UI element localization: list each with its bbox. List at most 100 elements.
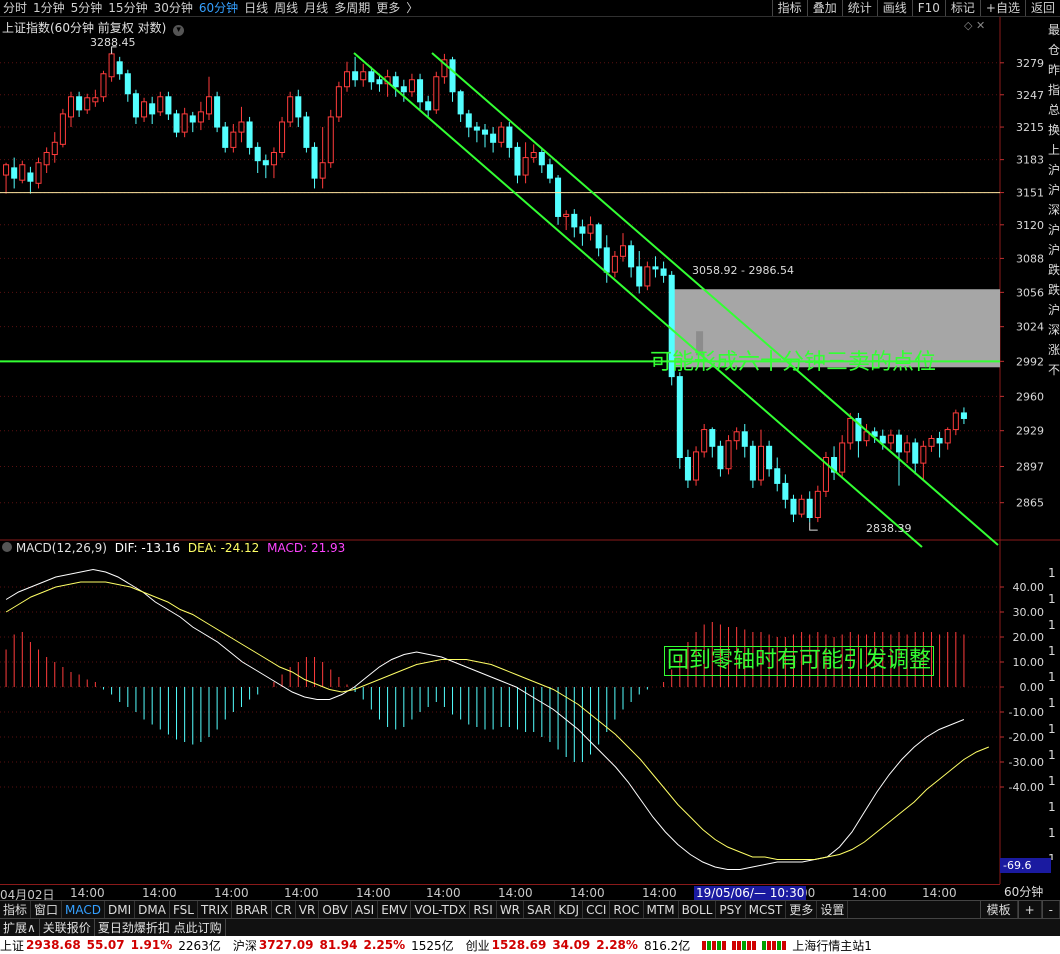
indicator-tab[interactable]: OBV: [319, 901, 352, 919]
chevron-down-icon[interactable]: [2, 542, 12, 552]
toolbar-button[interactable]: +自选: [979, 0, 1025, 16]
index-price: 2938.68: [26, 938, 81, 952]
candle-body: [587, 224, 594, 234]
period-tab[interactable]: 5分钟: [68, 0, 106, 16]
candle-body: [749, 445, 756, 481]
indicator-tab[interactable]: RSI: [470, 901, 497, 919]
macd-tick-label: -10.00: [1009, 706, 1044, 719]
period-tab[interactable]: 多周期: [331, 0, 373, 16]
toolbar-button[interactable]: 返回: [1024, 0, 1060, 16]
breadth-block: [702, 940, 707, 950]
candle-body: [538, 151, 545, 166]
extension-bar: 扩展∧ 关联报价 夏日劲爆折扣 点此订购: [0, 918, 1060, 937]
index-pct: 2.28%: [596, 938, 638, 952]
ext-bar-item[interactable]: 关联报价: [40, 919, 95, 937]
candle-body: [238, 121, 245, 133]
period-tab[interactable]: 更多: [373, 0, 403, 16]
indicator-tab[interactable]: BOLL: [679, 901, 717, 919]
side-strip-char: 1: [1048, 852, 1056, 860]
candles-layer: [3, 51, 967, 523]
period-box[interactable]: 60分钟: [1000, 884, 1060, 900]
candle-body: [262, 160, 269, 166]
candle-body: [644, 266, 651, 287]
toolbar-button[interactable]: 统计: [841, 0, 877, 16]
index-quote[interactable]: 创业 1528.69 34.09 2.28% 816.2亿: [466, 937, 697, 954]
indicator-tab[interactable]: VR: [296, 901, 320, 919]
indicator-tab[interactable]: MACD: [62, 901, 106, 919]
date-axis-label: 14:00: [284, 886, 319, 900]
candle-body: [530, 151, 537, 159]
indicator-tab[interactable]: WR: [497, 901, 525, 919]
indicator-tab[interactable]: 设置: [817, 901, 849, 919]
high-label: 3288.45: [90, 36, 136, 49]
indicator-tab[interactable]: FSL: [170, 901, 198, 919]
period-tab[interactable]: 月线: [301, 0, 331, 16]
side-strip-char: 1: [1048, 566, 1056, 580]
indicator-tab[interactable]: SAR: [524, 901, 556, 919]
candle-body: [733, 431, 740, 442]
candle-body: [814, 490, 821, 519]
toolbar-button[interactable]: 叠加: [806, 0, 842, 16]
indicator-tab[interactable]: VOL-TDX: [411, 901, 471, 919]
breadth-indicator-icon: [702, 940, 727, 950]
more-chevron-icon[interactable]: 〉: [403, 0, 421, 16]
index-price: 3727.09: [258, 938, 314, 952]
chart-canvas[interactable]: 3279 3247 3215 3183 3151 3120 3088 3056 3024 2992…: [0, 17, 1060, 884]
indicator-tab[interactable]: EMV: [378, 901, 412, 919]
toolbar-button[interactable]: 标记: [944, 0, 980, 16]
indicator-right-button[interactable]: 模板: [979, 901, 1018, 919]
indicator-tab[interactable]: DMA: [135, 901, 170, 919]
chevron-down-icon[interactable]: ▾: [173, 25, 185, 36]
candle-body: [335, 86, 342, 118]
candle-body: [514, 146, 521, 176]
indicator-tab[interactable]: 指标: [0, 901, 32, 919]
candle-body: [684, 457, 691, 481]
candle-body: [839, 442, 846, 473]
side-strip-char: 1: [1048, 800, 1056, 814]
indicator-tab[interactable]: ROC: [610, 901, 644, 919]
indicator-tab[interactable]: DMI: [105, 901, 136, 919]
indicator-tab[interactable]: TRIX: [198, 901, 233, 919]
server-label[interactable]: 上海行情主站1: [792, 937, 872, 954]
macd-title: MACD(12,26,9): [15, 541, 107, 555]
indicator-right-button[interactable]: +: [1017, 901, 1042, 919]
ext-bar-item[interactable]: 扩展∧: [0, 919, 40, 937]
period-tab[interactable]: 分时: [0, 0, 30, 16]
toolbar-button[interactable]: 画线: [876, 0, 912, 16]
candle-body: [433, 76, 440, 111]
diamond-icon[interactable]: ◇: [964, 19, 972, 32]
indicator-tab[interactable]: ASI: [352, 901, 379, 919]
macd-grid: [0, 586, 1004, 788]
candle-body: [928, 437, 935, 447]
side-strip-char: 1: [1048, 592, 1056, 606]
breadth-block: [717, 940, 722, 950]
toolbar-button[interactable]: F10: [911, 0, 945, 16]
indicator-tab[interactable]: 更多: [786, 901, 818, 919]
close-icon[interactable]: ✕: [976, 19, 985, 32]
ext-bar-item[interactable]: 夏日劲爆折扣 点此订购: [95, 919, 226, 937]
toolbar-button[interactable]: 指标: [771, 0, 807, 16]
period-tab[interactable]: 30分钟: [151, 0, 196, 16]
candle-body: [920, 445, 927, 464]
index-quote[interactable]: 上证 2938.68 55.07 1.91% 2263亿: [0, 937, 227, 954]
index-name: 上证: [0, 938, 25, 953]
indicator-tab[interactable]: PSY: [716, 901, 746, 919]
indicator-tab[interactable]: CCI: [583, 901, 611, 919]
indicator-tab[interactable]: 窗口: [31, 901, 63, 919]
price-tick-label: 2897: [1016, 460, 1044, 473]
indicator-tab[interactable]: MTM: [644, 901, 679, 919]
indicator-tab[interactable]: BRAR: [232, 901, 273, 919]
period-tab[interactable]: 1分钟: [30, 0, 68, 16]
period-tab[interactable]: 60分钟: [196, 0, 241, 16]
period-tab[interactable]: 15分钟: [105, 0, 150, 16]
period-tab[interactable]: 周线: [271, 0, 301, 16]
indicator-tab[interactable]: CR: [272, 901, 296, 919]
indicator-tab[interactable]: MCST: [746, 901, 787, 919]
indicator-tab[interactable]: KDJ: [555, 901, 584, 919]
index-quote[interactable]: 沪深 3727.09 81.94 2.25% 1525亿: [233, 937, 460, 954]
candle-body: [27, 172, 34, 182]
side-strip-char: 1: [1048, 670, 1056, 684]
candle-body: [132, 93, 139, 118]
indicator-right-button[interactable]: -: [1041, 901, 1060, 919]
period-tab[interactable]: 日线: [241, 0, 271, 16]
